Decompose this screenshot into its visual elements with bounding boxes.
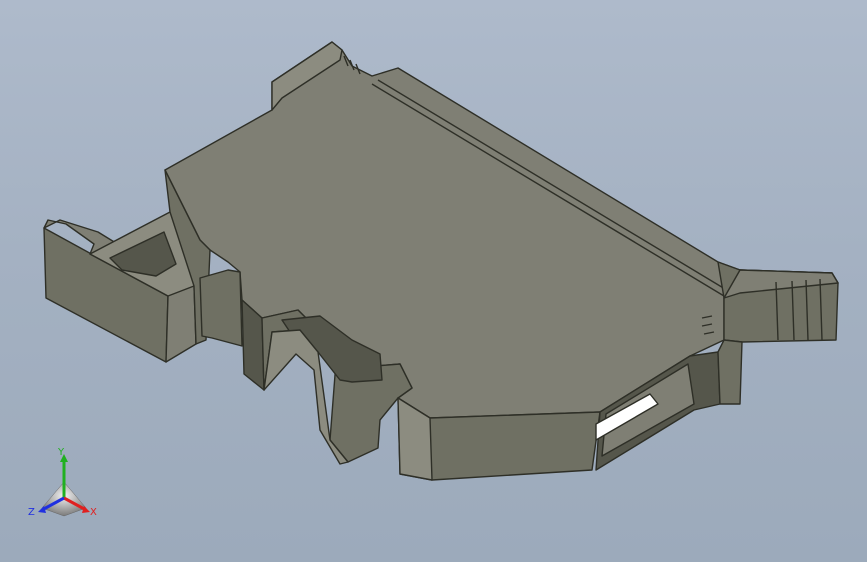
orientation-triad[interactable]: Y X Z <box>24 446 104 526</box>
y-axis-label: Y <box>58 447 65 458</box>
z-axis-label: Z <box>28 507 35 518</box>
right-end-wall <box>717 339 743 405</box>
mid-rib-1 <box>199 269 243 347</box>
terminal-block-model[interactable] <box>0 0 867 562</box>
x-axis-label: X <box>90 507 97 518</box>
3d-viewport[interactable]: Y X Z <box>0 0 867 562</box>
